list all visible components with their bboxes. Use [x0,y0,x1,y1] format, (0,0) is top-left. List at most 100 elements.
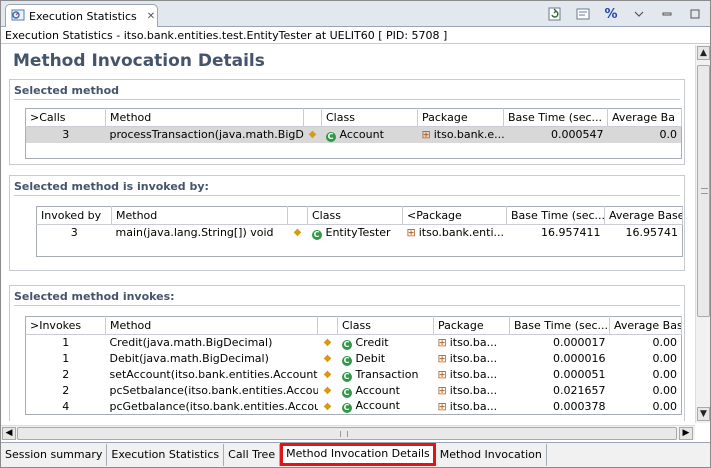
base-time-cell: 16.957411 [541,226,601,240]
column-header-invoked-by[interactable]: Invoked by [36,206,112,225]
average-base-cell: 0.00 [652,384,678,397]
view-menu-icon[interactable] [630,5,648,23]
column-header-package[interactable]: Package [417,108,504,127]
invoked-by-table: Invoked by Method Class <Package Base Ti… [36,206,683,257]
column-header-package[interactable]: Package [433,316,510,335]
column-header-method[interactable]: Method [111,206,288,225]
column-header-average-base[interactable]: Average Base ... [604,206,683,225]
package-cell: ⊞ itso.ba... [434,367,510,383]
average-base-cell: 0.00 [652,399,678,413]
refresh-icon[interactable] [546,5,564,23]
statistics-icon [11,8,25,25]
table-row[interactable]: 1 Debit(java.math.BigDecimal) ◆ C Debit ⊞… [26,351,682,367]
tab-title: Execution Statistics [29,9,137,23]
maximize-icon[interactable] [686,5,704,23]
class-cell: C Debit [338,351,434,367]
table-row[interactable]: 2 pcSetbalance(itso.bank.entities.Accoun… [26,383,682,399]
invoked-by-section: Selected method is invoked by: Invoked b… [9,175,685,271]
column-header-class[interactable]: Class [321,108,418,127]
class-cell: C Transaction [338,367,434,383]
method-cell: Credit(java.math.BigDecimal) [109,336,273,350]
column-header-calls[interactable]: >Calls [25,108,106,127]
column-header-method[interactable]: Method [105,108,304,127]
invokes-table: >Invokes Method Class Package Base Time … [25,316,682,415]
package-name: itso.ba... [449,352,498,365]
scroll-left-arrow-icon[interactable]: ◀ [2,427,16,440]
invokes-section: Selected method invokes: >Invokes Method… [9,285,685,421]
package-name: itso.ba... [449,336,498,350]
minimize-icon[interactable] [658,5,676,23]
column-header-marker[interactable] [287,206,308,225]
divider [14,99,680,100]
method-marker-icon: ◆ [323,353,332,364]
column-header-base-time[interactable]: Base Time (sec... [503,108,608,127]
method-cell: pcGetbalance(itso.bank.entities.Accoun..… [109,399,318,413]
column-header-average-base[interactable]: Average Ba [607,108,682,127]
class-icon: C [341,355,352,366]
class-cell: C Account [338,383,434,399]
grip-icon [701,188,708,194]
class-icon: C [341,339,352,350]
column-header-base-time[interactable]: Base Time (sec... [506,206,605,225]
base-time-cell: 0.000017 [553,336,606,350]
class-cell: C Account [338,399,434,415]
percent-icon[interactable]: % [602,5,620,23]
tab-method-invocation[interactable]: Method Invocation [436,444,547,466]
tab-method-invocation-details[interactable]: Method Invocation Details [280,443,436,466]
horizontal-scrollbar[interactable]: ◀ ▶ [1,425,695,440]
class-cell: C Account [321,126,418,143]
close-icon[interactable]: ✕ [147,11,155,22]
horizontal-scroll-thumb[interactable] [17,427,677,440]
package-cell: ⊞ itso.bank.enti... [403,225,507,241]
base-time-cell: 0.021657 [553,384,606,397]
table-row[interactable]: 2 setAccount(itso.bank.entities.Account)… [26,367,682,383]
column-header-class[interactable]: Class [337,316,434,335]
class-name: Account [339,127,384,141]
vertical-scroll-thumb[interactable] [697,65,710,317]
column-header-average-base[interactable]: Average Base [609,316,682,335]
column-header-invokes[interactable]: >Invokes [25,316,106,335]
column-header-marker[interactable] [303,108,322,127]
table-header: >Calls Method Class Package Base Time (s… [25,108,682,127]
tab-execution-statistics[interactable]: Execution Statistics ✕ [5,4,158,27]
method-cell: Debit(java.math.BigDecimal) [109,352,269,365]
method-cell: main(java.lang.String[]) void [115,226,274,240]
selected-method-table: >Calls Method Class Package Base Time (s… [25,108,682,159]
execution-statistics-view: Execution Statistics ✕ % Execution Stati… [0,0,711,468]
average-base-cell: 0.00 [652,352,678,365]
class-icon: C [341,387,352,398]
scroll-down-arrow-icon[interactable]: ▼ [697,407,710,421]
filter-icon[interactable] [574,5,592,23]
tab-session-summary[interactable]: Session summary [1,444,108,466]
table-row[interactable]: 4 pcGetbalance(itso.bank.entities.Accoun… [26,399,682,415]
page-title: Method Invocation Details [13,51,265,71]
table-row[interactable]: 3 main(java.lang.String[]) void ◆ C Entit… [37,225,683,241]
package-name: itso.bank.enti... [418,226,505,240]
column-header-class[interactable]: Class [307,206,403,225]
column-header-package[interactable]: <Package [402,206,507,225]
scroll-up-arrow-icon[interactable]: ▲ [697,46,710,60]
table-row[interactable]: 1 Credit(java.math.BigDecimal) ◆ C Credit… [26,335,682,351]
details-content: Method Invocation Details Selected metho… [1,45,693,421]
method-marker-icon: ◆ [323,385,332,396]
column-header-base-time[interactable]: Base Time (sec... [509,316,610,335]
invokes-count-cell: 2 [62,368,70,381]
column-header-marker[interactable] [317,316,338,335]
scroll-right-arrow-icon[interactable]: ▶ [679,427,693,440]
class-cell: C EntityTester [308,225,403,241]
package-cell: ⊞ itso.ba... [434,383,510,399]
tab-call-tree[interactable]: Call Tree [224,444,281,466]
base-time-cell: 0.000016 [553,352,606,365]
average-base-cell: 0.0 [607,126,682,143]
package-cell: ⊞ itso.ba... [434,335,510,351]
section-title: Selected method is invoked by: [14,180,209,193]
calls-cell: 3 [25,126,106,143]
average-base-cell: 0.00 [652,368,678,381]
tab-execution-statistics-bottom[interactable]: Execution Statistics [107,444,225,466]
vertical-scrollbar[interactable]: ▲ ▼ [695,45,710,423]
table-row[interactable]: 3 processTransaction(java.math.BigDe... … [25,126,682,143]
package-name: itso.bank.e... [433,128,504,142]
view-toolbar: % [546,5,704,23]
package-name: itso.ba... [449,384,498,397]
column-header-method[interactable]: Method [105,316,318,335]
